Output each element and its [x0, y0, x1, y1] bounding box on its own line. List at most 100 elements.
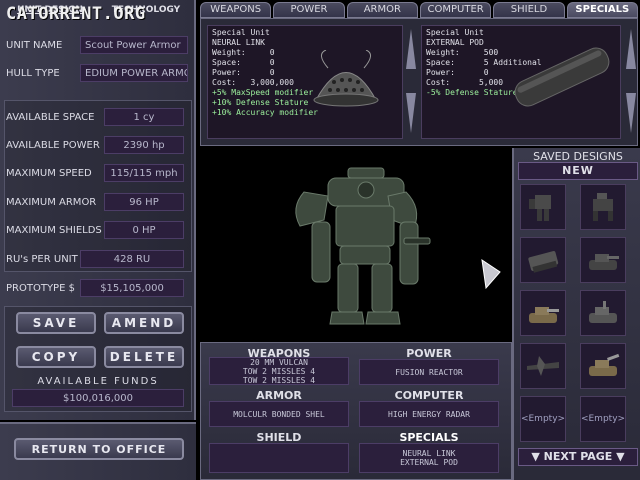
vehicle-thumbnail-icon	[528, 251, 559, 273]
maximum-armor-label: MAXIMUM ARMOR	[6, 196, 97, 208]
aircraft-thumbnail-icon	[527, 356, 559, 376]
stat-row: MAXIMUM ARMOR 96 HP	[4, 191, 192, 213]
maximum-shields-label: MAXIMUM SHIELDS	[6, 224, 102, 236]
computer-slot[interactable]: HIGH ENERGY RADAR	[359, 401, 499, 427]
available-funds-label: AVAILABLE FUNDS	[37, 376, 159, 387]
tab-armor[interactable]: ARMOR	[346, 2, 418, 18]
tank-thumbnail-icon	[529, 307, 559, 323]
power-slot[interactable]: FUSION REACTOR	[359, 359, 499, 385]
tab-shield[interactable]: SHIELD	[493, 2, 565, 18]
stat-row: RU's PER UNIT 428 RU	[4, 248, 192, 270]
stat-row: PROTOTYPE $ $15,105,000	[4, 277, 192, 299]
weapon-item: 20 MM VULCAN	[250, 357, 308, 367]
component-type: Special Unit	[426, 28, 484, 37]
saved-design-slot[interactable]	[520, 290, 566, 336]
card-scroll-divider	[405, 29, 417, 133]
stat-row: AVAILABLE SPACE 1 cy	[4, 106, 192, 128]
saved-design-slot[interactable]	[580, 290, 626, 336]
mech-thumbnail-icon	[529, 195, 551, 221]
hull-type-row: HULL TYPE EDIUM POWER ARMO	[4, 62, 192, 84]
maximum-armor-value: 96 HP	[104, 193, 184, 211]
armor-slot[interactable]: MOLCULR BONDED SHEL	[209, 401, 349, 427]
tank-thumbnail-icon	[589, 301, 617, 323]
chevron-up-icon[interactable]	[626, 29, 636, 69]
tank-thumbnail-icon	[589, 254, 619, 270]
prototype-cost-value: $15,105,000	[80, 279, 184, 297]
chevron-down-icon[interactable]	[626, 93, 636, 133]
saved-design-slot[interactable]	[520, 184, 566, 230]
unit-stats-panel: UNIT DESIGN TECHNOLOGY CATORRENT.ORG UNI…	[0, 0, 196, 420]
saved-designs-panel: SAVED DESIGNS NEW <Empty> <Empty> ▼ NEXT…	[512, 148, 640, 480]
saved-design-slot[interactable]	[520, 237, 566, 283]
neural-link-helmet-icon	[313, 50, 379, 107]
available-power-label: AVAILABLE POWER	[6, 139, 100, 151]
saved-design-slot[interactable]	[520, 343, 566, 389]
ru-per-unit-label: RU's PER UNIT	[6, 253, 78, 265]
external-pod-icon	[514, 47, 610, 107]
weapon-item: TOW 2 MISSLES 4	[242, 375, 316, 385]
hull-type-label: HULL TYPE	[6, 67, 60, 79]
chevron-down-icon[interactable]	[406, 93, 416, 133]
return-panel: RETURN TO OFFICE	[0, 422, 196, 480]
special-item: NEURAL LINK	[402, 449, 456, 458]
empty-design-slot[interactable]: <Empty>	[520, 396, 566, 442]
component-type: Special Unit	[212, 28, 270, 37]
tab-weapons[interactable]: WEAPONS	[200, 2, 272, 18]
shield-slot[interactable]	[209, 443, 349, 473]
walker-thumbnail-icon	[593, 193, 613, 221]
tab-computer[interactable]: COMPUTER	[419, 2, 492, 18]
saved-design-slot[interactable]	[580, 184, 626, 230]
component-tab-bar: WEAPONS POWER ARMOR COMPUTER SHIELD SPEC…	[200, 2, 638, 18]
next-page-button[interactable]: ▼ NEXT PAGE ▼	[518, 448, 638, 466]
loadout-summary: WEAPONS 20 MM VULCAN TOW 2 MISSLES 4 TOW…	[200, 342, 512, 480]
tab-power[interactable]: POWER	[273, 2, 345, 18]
saved-design-slot[interactable]	[580, 237, 626, 283]
component-name: NEURAL LINK	[212, 38, 265, 47]
available-funds-value: $100,016,000	[12, 389, 184, 407]
power-item: FUSION REACTOR	[395, 367, 463, 377]
special-item: EXTERNAL POD	[400, 458, 458, 467]
ru-per-unit-value: 428 RU	[80, 250, 184, 268]
new-design-button[interactable]: NEW	[518, 162, 638, 180]
stat-row: AVAILABLE POWER 2390 hp	[4, 134, 192, 156]
copy-button[interactable]: COPY	[16, 346, 96, 368]
watermark-logo: CATORRENT.ORG	[6, 4, 146, 24]
return-to-office-button[interactable]: RETURN TO OFFICE	[14, 438, 184, 460]
available-space-value: 1 cy	[104, 108, 184, 126]
maximum-speed-label: MAXIMUM SPEED	[6, 167, 92, 179]
card-scroll-divider	[625, 29, 637, 133]
stat-row: MAXIMUM SPEED 115/115 mph	[4, 162, 192, 184]
tab-specials[interactable]: SPECIALS	[566, 2, 638, 18]
specials-slot[interactable]: NEURAL LINK EXTERNAL POD	[359, 443, 499, 473]
triangle-down-icon: ▼	[531, 450, 540, 463]
unit-3d-preview[interactable]	[200, 148, 512, 340]
cursor-arrow	[481, 258, 501, 290]
next-page-label: NEXT PAGE	[543, 450, 613, 463]
amend-button[interactable]: AMEND	[104, 312, 184, 334]
chevron-up-icon[interactable]	[406, 29, 416, 69]
component-card-external-pod[interactable]: Special Unit EXTERNAL POD Weight: 500 Sp…	[421, 25, 621, 139]
stat-row: MAXIMUM SHIELDS 0 HP	[4, 219, 192, 241]
armor-item: MOLCULR BONDED SHEL	[233, 409, 325, 419]
triangle-down-icon: ▼	[616, 450, 625, 463]
save-button[interactable]: SAVE	[16, 312, 96, 334]
available-power-value: 2390 hp	[104, 136, 184, 154]
component-card-neural-link[interactable]: Special Unit NEURAL LINK Weight: 0 Space…	[207, 25, 403, 139]
unit-name-label: UNIT NAME	[6, 39, 63, 51]
maximum-shields-value: 0 HP	[104, 221, 184, 239]
power-armor-robot-icon	[295, 167, 501, 325]
weapons-slot[interactable]: 20 MM VULCAN TOW 2 MISSLES 4 TOW 2 MISSL…	[209, 357, 349, 385]
unit-name-input[interactable]: Scout Power Armor	[80, 36, 188, 54]
tank-thumbnail-icon	[589, 353, 620, 376]
saved-design-slot[interactable]	[580, 343, 626, 389]
hull-type-field[interactable]: EDIUM POWER ARMO	[80, 64, 188, 82]
delete-button[interactable]: DELETE	[104, 346, 184, 368]
weapon-item: TOW 2 MISSLES 4	[242, 366, 316, 376]
prototype-cost-label: PROTOTYPE $	[6, 282, 75, 294]
component-list: Special Unit NEURAL LINK Weight: 0 Space…	[200, 18, 638, 146]
empty-design-slot[interactable]: <Empty>	[580, 396, 626, 442]
unit-name-row: UNIT NAME Scout Power Armor	[4, 34, 192, 56]
maximum-speed-value: 115/115 mph	[104, 164, 184, 182]
computer-item: HIGH ENERGY RADAR	[388, 409, 470, 419]
available-space-label: AVAILABLE SPACE	[6, 111, 95, 123]
